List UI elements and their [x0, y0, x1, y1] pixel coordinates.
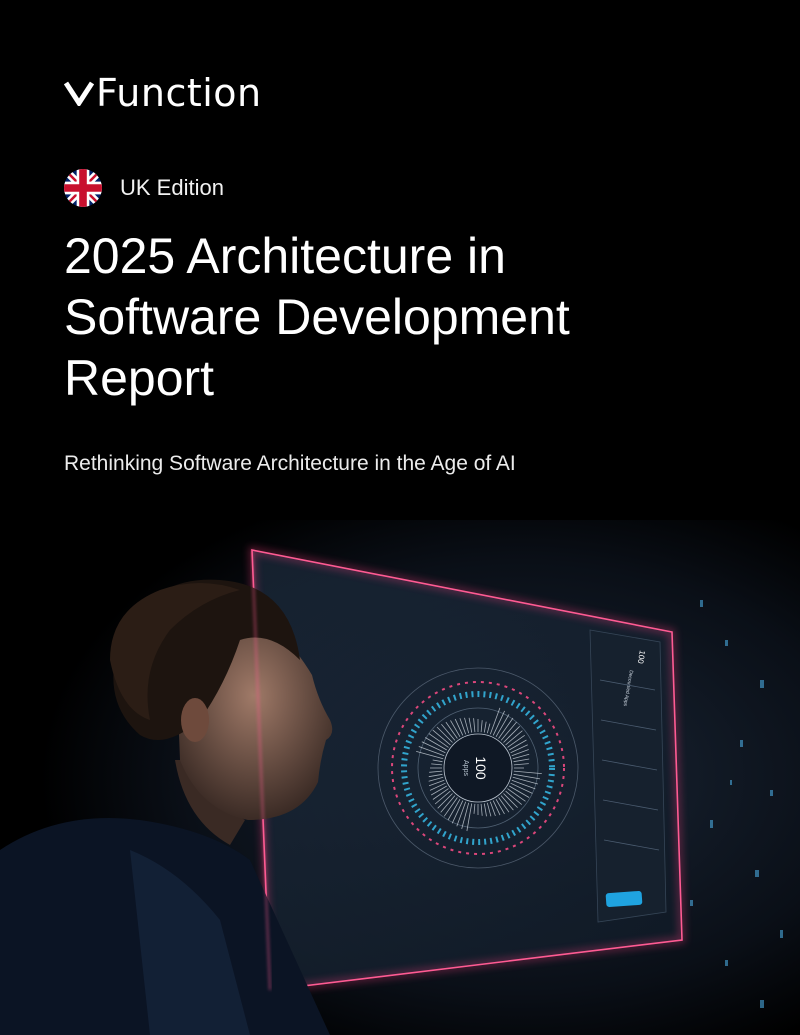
- dashboard-side-panel: 100 Decoupled Apps: [589, 629, 667, 923]
- brand-name: Function: [96, 71, 262, 115]
- report-title-line-2: Software Development: [64, 289, 570, 345]
- report-title-line-1: 2025 Architecture in: [64, 228, 506, 284]
- uk-flag-icon: [64, 169, 102, 207]
- vfunction-logo: Function: [64, 74, 262, 112]
- report-title-line-3: Report: [64, 350, 215, 406]
- radial-center-label: Apps: [462, 760, 469, 776]
- report-title: 2025 Architecture in Software Developmen…: [64, 226, 764, 409]
- panel-action-button: [605, 890, 643, 908]
- edition-label: UK Edition: [120, 175, 224, 200]
- report-cover: Function UK Edition 2025 Architecture in…: [0, 0, 800, 1035]
- edition-badge: UK Edition: [64, 169, 224, 207]
- report-subtitle: Rethinking Software Architecture in the …: [64, 452, 516, 475]
- radial-center-value: 100: [473, 756, 489, 780]
- hero-image: 100 Apps 100 Decoupled Apps: [0, 520, 800, 1035]
- vfunction-logo-v-icon: [64, 81, 94, 106]
